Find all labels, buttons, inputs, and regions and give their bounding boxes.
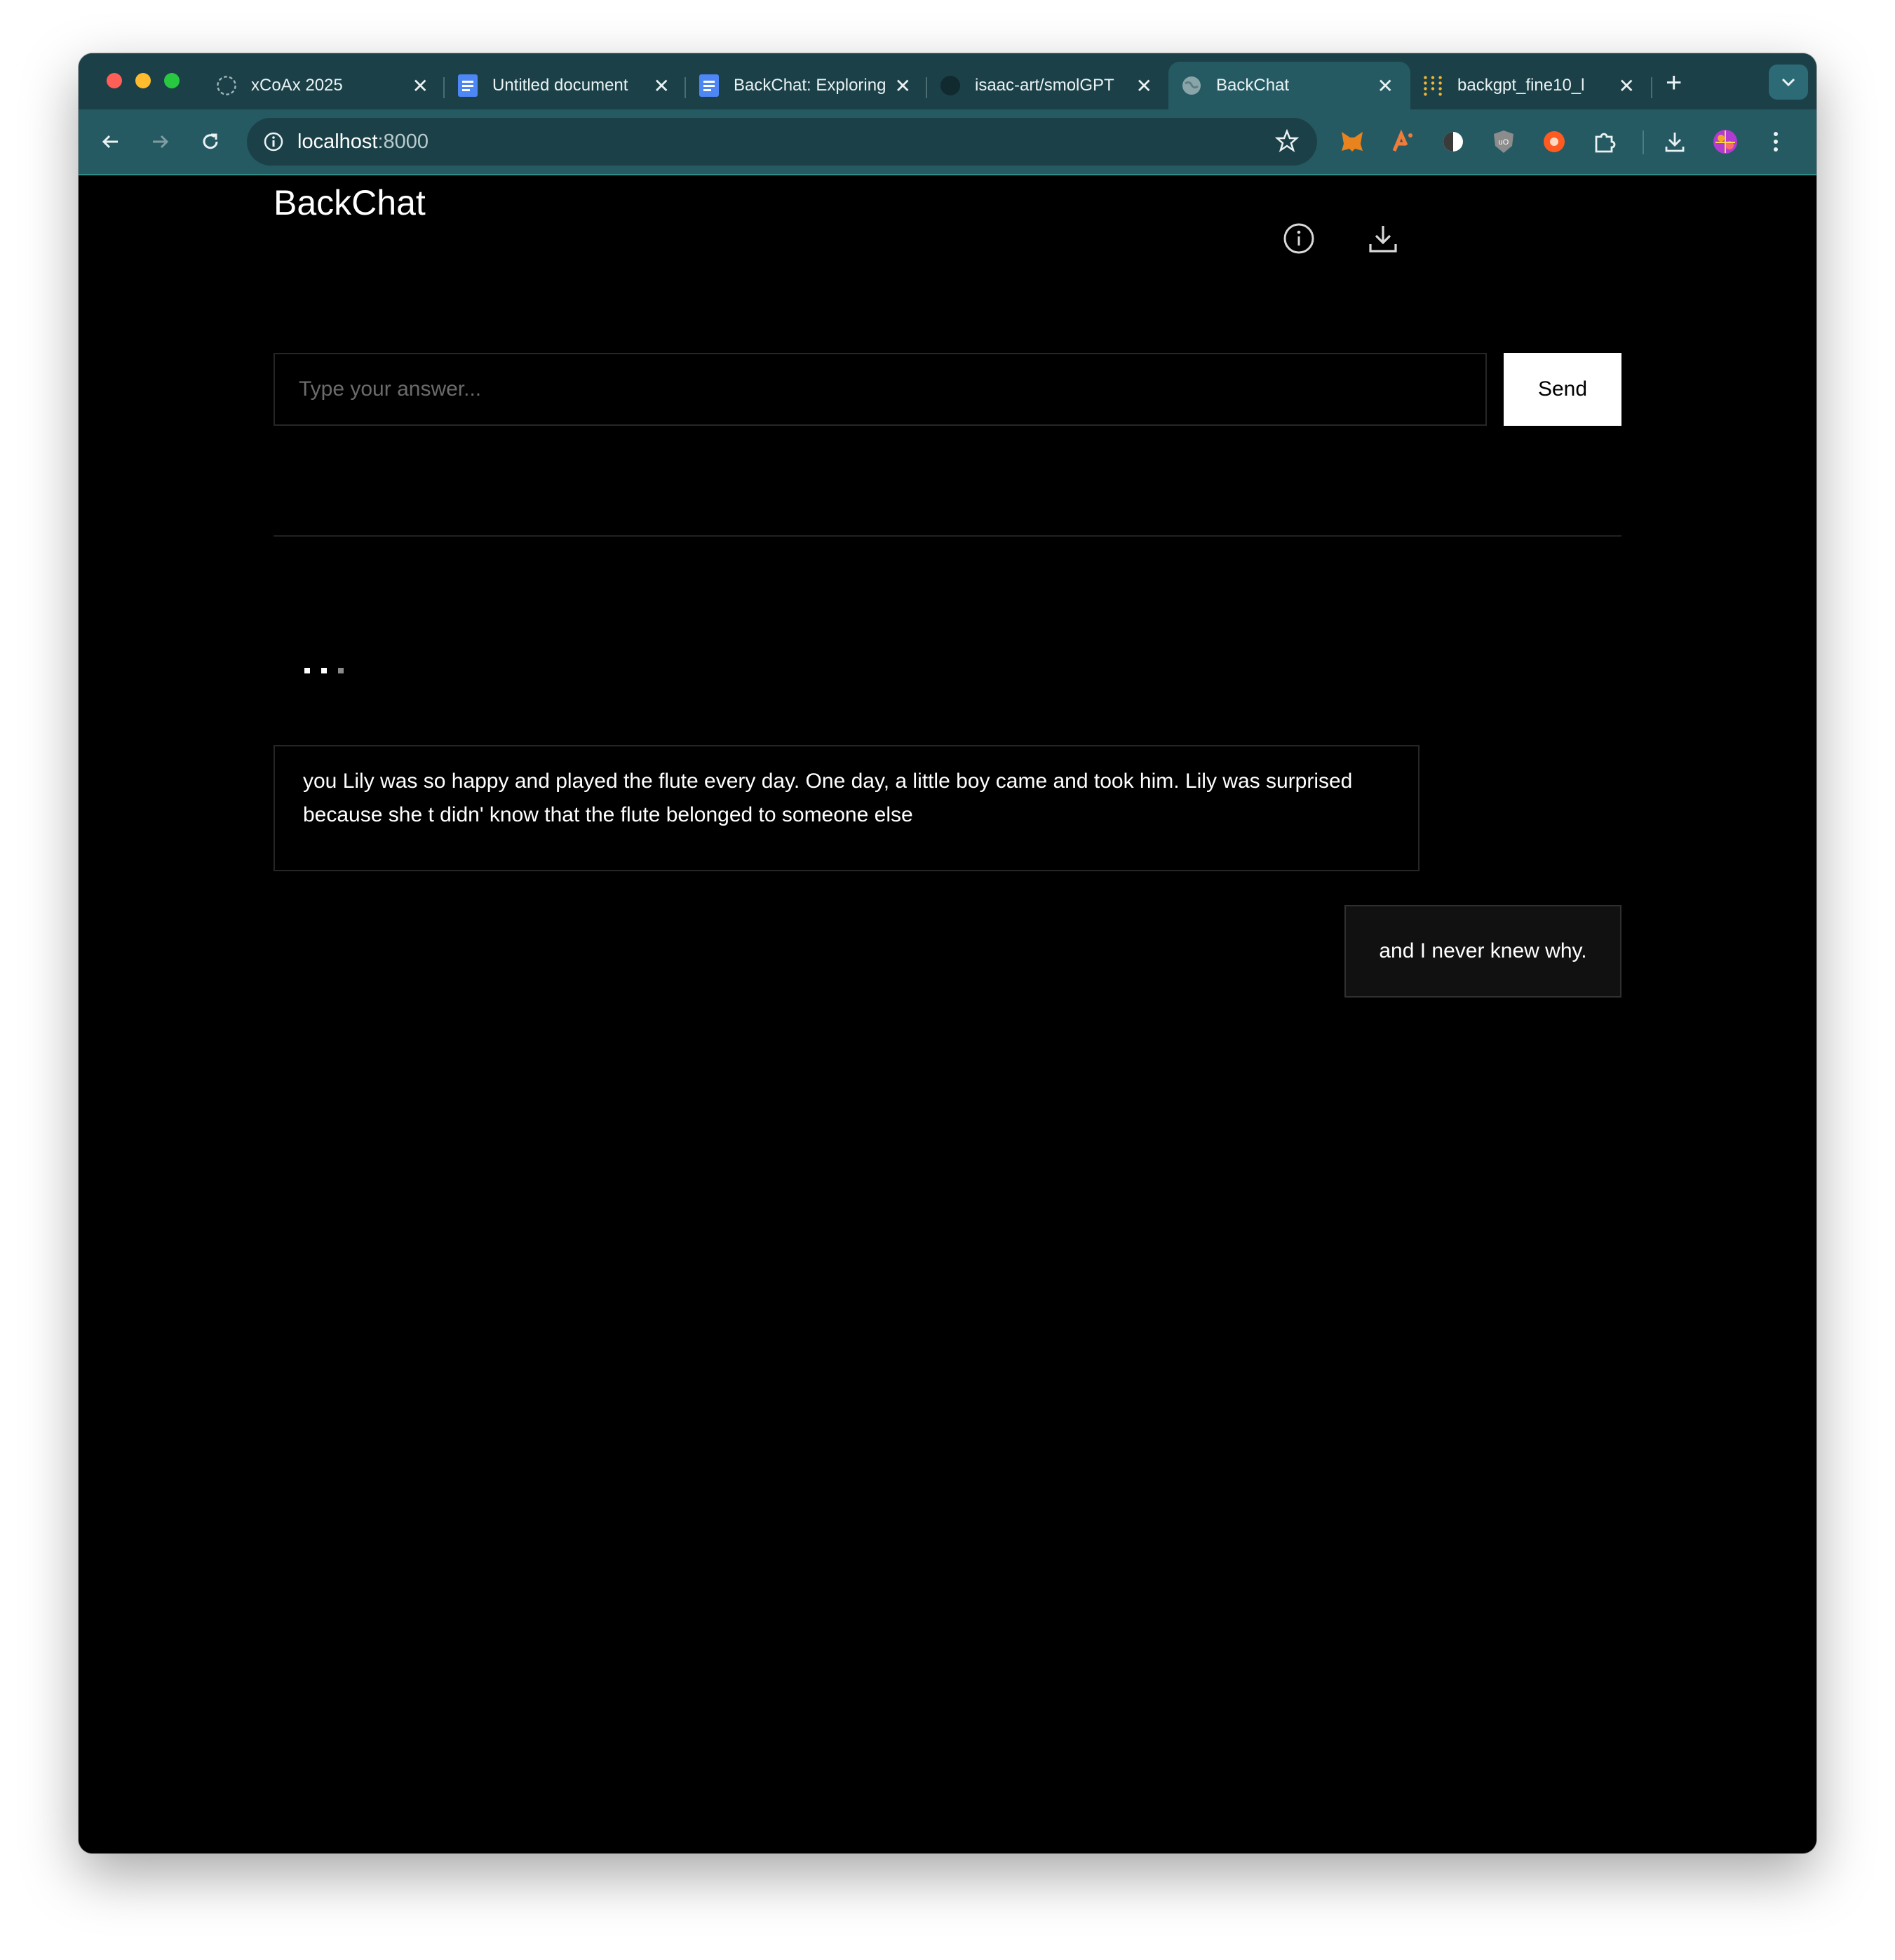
tab-title: Untitled document: [492, 76, 628, 95]
arrow-right-icon: [153, 135, 169, 149]
close-tab-icon[interactable]: ✕: [895, 74, 911, 98]
extension-a-icon[interactable]: [1386, 125, 1419, 159]
maximize-window-button[interactable]: [164, 73, 180, 88]
tab-untitled-document[interactable]: Untitled document ✕: [445, 62, 687, 109]
tab-title: backgpt_fine10_l: [1457, 76, 1585, 95]
extension-orange-badge-icon[interactable]: [1537, 125, 1571, 159]
reload-button[interactable]: [195, 126, 226, 157]
close-window-button[interactable]: [107, 73, 122, 88]
info-button[interactable]: [1278, 217, 1320, 260]
close-tab-icon[interactable]: ✕: [1619, 74, 1635, 98]
back-button[interactable]: [95, 126, 126, 157]
chevron-down-icon: [1781, 78, 1795, 87]
toolbar-separator: [1643, 130, 1644, 154]
extension-half-circle-icon[interactable]: [1436, 125, 1470, 159]
tab-xcoax[interactable]: xCoAx 2025 ✕: [203, 62, 445, 109]
tab-separator: [1651, 77, 1652, 98]
tab-search-button[interactable]: [1769, 65, 1808, 100]
close-tab-icon[interactable]: ✕: [1377, 74, 1394, 98]
browser-window: xCoAx 2025 ✕ Untitled document ✕ BackCha…: [79, 53, 1816, 1853]
metamask-extension-icon[interactable]: [1335, 125, 1369, 159]
divider: [274, 535, 1621, 537]
google-docs-icon: [457, 74, 478, 97]
url-text: localhost:8000: [297, 130, 429, 154]
close-tab-icon[interactable]: ✕: [1136, 74, 1152, 98]
ai-message: you Lily was so happy and played the flu…: [274, 745, 1419, 871]
forward-button[interactable]: [144, 126, 175, 157]
tab-backgpt-fine10[interactable]: backgpt_fine10_l ✕: [1410, 62, 1652, 109]
globe-icon: [1181, 75, 1202, 96]
tab-backchat-exploring[interactable]: BackChat: Exploring ✕: [686, 62, 928, 109]
info-icon: [1283, 223, 1314, 254]
address-bar[interactable]: localhost:8000: [247, 118, 1317, 166]
google-docs-icon: [699, 74, 720, 97]
arrow-left-icon: [102, 135, 118, 149]
tab-title: isaac-art/smolGPT: [975, 76, 1114, 95]
new-tab-button[interactable]: +: [1666, 67, 1682, 98]
close-tab-icon[interactable]: ✕: [654, 74, 670, 98]
ublock-origin-icon[interactable]: uO: [1487, 125, 1520, 159]
tab-strip: xCoAx 2025 ✕ Untitled document ✕ BackCha…: [79, 53, 1816, 109]
tab-title: BackChat: Exploring: [734, 76, 886, 95]
tab-title: xCoAx 2025: [251, 76, 343, 95]
user-message: and I never knew why.: [1344, 905, 1621, 998]
window-controls: [107, 73, 180, 88]
loading-spinner-icon: [216, 75, 237, 96]
backchat-page: BackChat Send you Lily was so happy and …: [79, 175, 1816, 1853]
answer-input[interactable]: [274, 353, 1487, 426]
typing-indicator: [304, 668, 344, 673]
bookmark-star-icon[interactable]: [1274, 128, 1300, 156]
dots-grid-icon: [1422, 75, 1443, 96]
svg-text:uO: uO: [1499, 138, 1509, 147]
minimize-window-button[interactable]: [135, 73, 151, 88]
tab-title: BackChat: [1216, 76, 1290, 95]
browser-toolbar: localhost:8000 uO: [79, 109, 1816, 175]
kebab-menu-icon[interactable]: [1759, 125, 1793, 159]
download-button[interactable]: [1362, 217, 1404, 260]
tab-github-smolgpt[interactable]: isaac-art/smolGPT ✕: [927, 62, 1169, 109]
downloads-icon[interactable]: [1658, 125, 1692, 159]
github-icon: [940, 75, 961, 96]
reload-icon: [203, 133, 218, 149]
url-host: localhost: [297, 130, 378, 153]
tab-backchat[interactable]: BackChat ✕: [1168, 62, 1410, 109]
url-port: :8000: [377, 130, 429, 153]
site-info-icon[interactable]: [262, 130, 285, 156]
send-button[interactable]: Send: [1504, 353, 1621, 426]
page-title: BackChat: [274, 183, 426, 222]
close-tab-icon[interactable]: ✕: [412, 74, 429, 98]
extensions-puzzle-icon[interactable]: [1588, 125, 1621, 159]
download-icon: [1369, 226, 1397, 253]
profile-avatar[interactable]: [1708, 125, 1742, 159]
